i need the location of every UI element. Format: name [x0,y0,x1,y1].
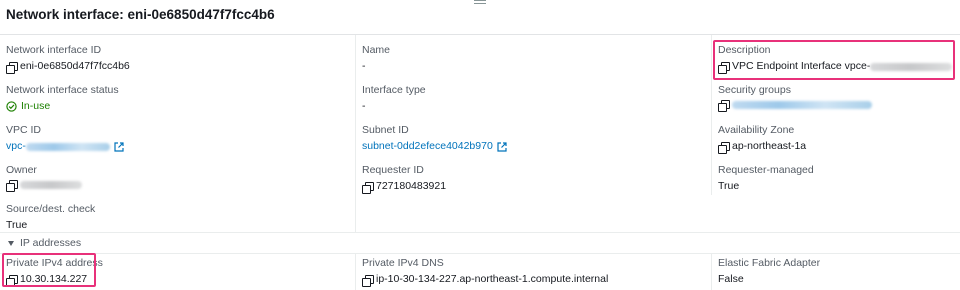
field-private-ipv4-dns: Private IPv4 DNS ip-10-30-134-227.ap-nor… [362,257,609,287]
copy-icon[interactable] [6,61,18,74]
vpc-id-link[interactable]: vpc- [6,140,26,153]
panel-resize-handle[interactable] [474,0,486,6]
field-label: Availability Zone [718,124,795,136]
field-requester-id: Requester ID 727180483921 [362,164,447,194]
highlight-box-description [713,40,955,80]
field-label: Requester ID [362,164,424,176]
ip-addresses-toggle[interactable]: IP addresses [8,237,81,249]
field-label: Interface type [362,84,426,96]
status-value: In-use [21,100,51,112]
copy-icon[interactable] [362,181,374,194]
field-network-interface-status: Network interface status In-use [6,84,119,113]
field-label: Security groups [718,84,791,96]
copy-icon[interactable] [362,274,374,287]
field-interface-type: Interface type - [362,84,426,113]
copy-icon[interactable] [718,100,730,112]
elastic-fabric-adapter-value: False [718,273,744,285]
field-label: Requester-managed [718,164,814,176]
field-label: Private IPv4 DNS [362,257,444,269]
field-label: Source/dest. check [6,203,96,215]
field-label: Network interface status [6,84,119,96]
column-divider [711,254,712,290]
requester-managed-value: True [718,180,740,192]
field-label: Name [362,44,391,56]
page-title: Network interface: eni-0e6850d47f7fcc4b6 [6,7,275,22]
private-ipv4-dns-value: ip-10-30-134-227.ap-northeast-1.compute.… [376,273,609,285]
highlight-box-private-ipv4 [2,253,96,287]
field-source-dest-check: Source/dest. check True [6,203,95,232]
copy-icon[interactable] [6,180,18,192]
copy-icon[interactable] [718,141,730,154]
header-divider [0,34,960,35]
source-dest-check-value: True [6,219,28,231]
external-link-icon[interactable] [114,141,124,152]
section-divider [0,232,960,233]
field-label: Network interface ID [6,44,102,56]
check-circle-icon [6,101,17,112]
redacted-text [25,142,110,151]
column-divider [355,254,356,290]
field-security-groups: Security groups [718,84,872,112]
field-label: VPC ID [6,124,42,136]
field-vpc-id: VPC ID vpc- [6,124,124,153]
field-owner: Owner [6,164,82,192]
field-subnet-id: Subnet ID subnet-0dd2efece4042b970 [362,124,507,153]
security-group-link-redacted[interactable] [732,101,872,109]
field-elastic-fabric-adapter: Elastic Fabric Adapter False [718,257,820,286]
requester-id-value: 727180483921 [376,180,447,192]
section-title: IP addresses [20,237,82,249]
subnet-id-link[interactable]: subnet-0dd2efece4042b970 [362,140,493,153]
field-label: Subnet ID [362,124,409,136]
field-name: Name - [362,44,390,73]
caret-down-icon [8,240,14,246]
network-interface-id-value: eni-0e6850d47f7fcc4b6 [20,60,130,72]
name-value: - [362,60,366,72]
field-label: Owner [6,164,37,176]
field-network-interface-id: Network interface ID eni-0e6850d47f7fcc4… [6,44,130,74]
field-availability-zone: Availability Zone ap-northeast-1a [718,124,807,154]
availability-zone-value: ap-northeast-1a [732,140,807,152]
field-requester-managed: Requester-managed True [718,164,814,193]
field-label: Elastic Fabric Adapter [718,257,821,269]
interface-type-value: - [362,100,366,112]
column-divider [355,35,356,232]
external-link-icon[interactable] [497,141,507,152]
section-divider [0,253,960,254]
column-divider [711,35,712,195]
owner-redacted [20,181,82,189]
